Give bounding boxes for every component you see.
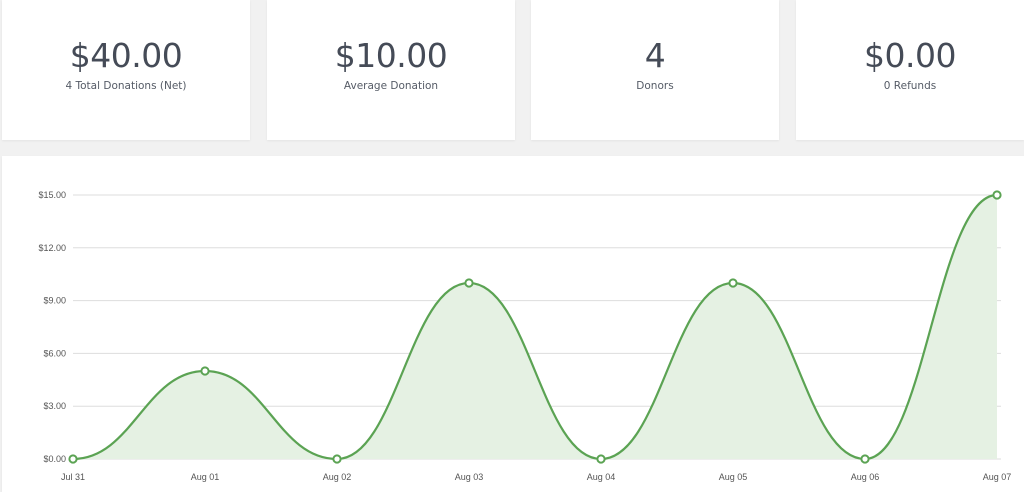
stats-row: $40.00 4 Total Donations (Net) $10.00 Av… [0,0,1024,142]
data-point [596,454,606,464]
x-tick-label: Aug 07 [983,472,1012,482]
y-tick-label: $3.00 [43,401,66,411]
data-point [464,278,474,288]
stat-card-refunds: $0.00 0 Refunds [796,0,1024,140]
data-point [68,454,78,464]
total-donations-value: $40.00 [69,36,183,75]
refunds-label: 0 Refunds [883,80,937,92]
stat-card-total-donations: $40.00 4 Total Donations (Net) [2,0,250,140]
donations-chart-card: $0.00 $3.00 $6.00 $9.00 $12.00 $15.00 Jul 31 Au… [2,156,1024,492]
x-tick-label: Aug 05 [719,472,748,482]
donors-label: Donors [636,80,674,92]
x-tick-label: Aug 01 [191,472,220,482]
donations-line-chart: $0.00 $3.00 $6.00 $9.00 $12.00 $15.00 Jul 31 Au… [38,190,1012,482]
average-donation-label: Average Donation [343,80,439,92]
x-tick-label: Jul 31 [61,472,85,482]
x-tick-label: Aug 04 [587,472,616,482]
refunds-value: $0.00 [864,36,956,75]
y-tick-label: $0.00 [43,454,66,464]
total-donations-label: 4 Total Donations (Net) [65,80,187,92]
data-point [332,454,342,464]
y-tick-label: $6.00 [43,348,66,358]
data-point [992,190,1002,200]
series-area-fill [73,195,997,459]
x-tick-label: Aug 06 [851,472,880,482]
data-point [200,366,210,376]
data-point [728,278,738,288]
stat-card-average-donation: $10.00 Average Donation [267,0,515,140]
donors-value: 4 [644,36,666,75]
y-tick-label: $15.00 [38,190,66,200]
x-tick-label: Aug 03 [455,472,484,482]
data-point [860,454,870,464]
stat-card-donors: 4 Donors [531,0,779,140]
y-tick-label: $9.00 [43,296,66,306]
y-tick-label: $12.00 [38,243,66,253]
average-donation-value: $10.00 [334,36,448,75]
x-tick-label: Aug 02 [323,472,352,482]
